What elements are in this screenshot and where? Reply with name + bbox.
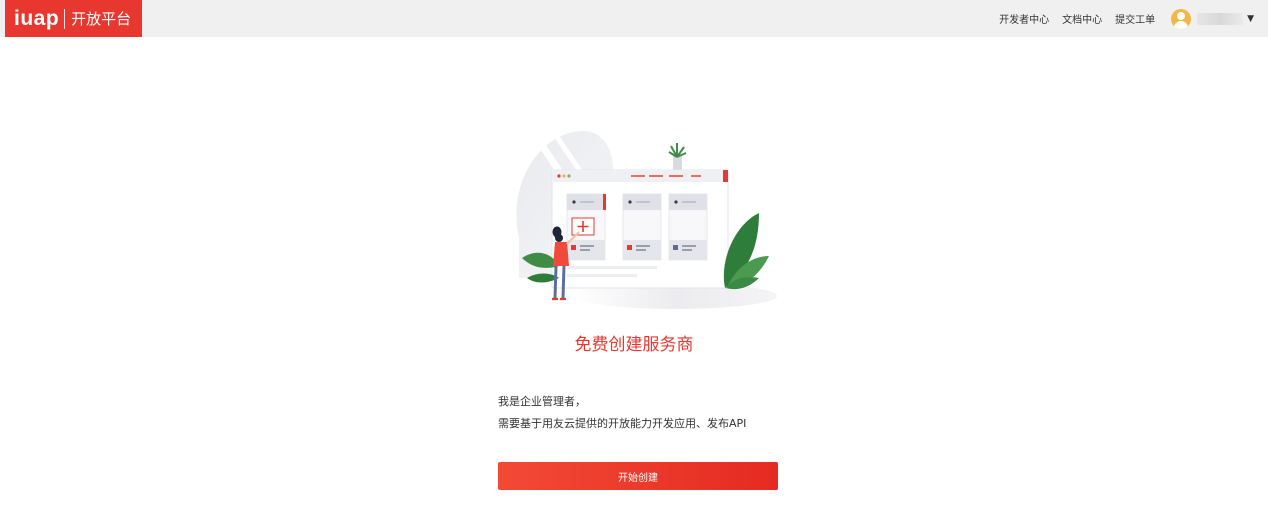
description-line-1: 我是企业管理者，: [498, 395, 586, 408]
start-create-button[interactable]: 开始创建: [498, 462, 778, 490]
page-title: 免费创建服务商: [574, 335, 694, 355]
user-name-redacted: [1197, 12, 1244, 25]
description: 我是企业管理者， 需要基于用友云提供的开放能力开发应用、发布API: [498, 391, 746, 435]
nav-submit-ticket[interactable]: 提交工单: [1115, 11, 1155, 26]
logo-subtitle: 开放平台: [71, 10, 132, 28]
top-bar: iuap 开放平台 开发者中心 文档中心 提交工单 ▼: [0, 0, 1268, 37]
top-nav: 开发者中心 文档中心 提交工单 ▼: [986, 0, 1254, 37]
create-provider-illustration: [516, 130, 777, 309]
logo-text: iuap: [14, 6, 60, 30]
logo-divider: [64, 8, 66, 29]
brand-logo[interactable]: iuap 开放平台: [5, 0, 142, 37]
user-menu[interactable]: ▼: [1171, 8, 1254, 29]
nav-docs-center[interactable]: 文档中心: [1062, 11, 1102, 26]
caret-down-icon: ▼: [1247, 13, 1254, 24]
avatar: [1171, 8, 1192, 29]
description-line-2: 需要基于用友云提供的开放能力开发应用、发布API: [498, 417, 747, 430]
nav-developer-center[interactable]: 开发者中心: [999, 11, 1049, 26]
